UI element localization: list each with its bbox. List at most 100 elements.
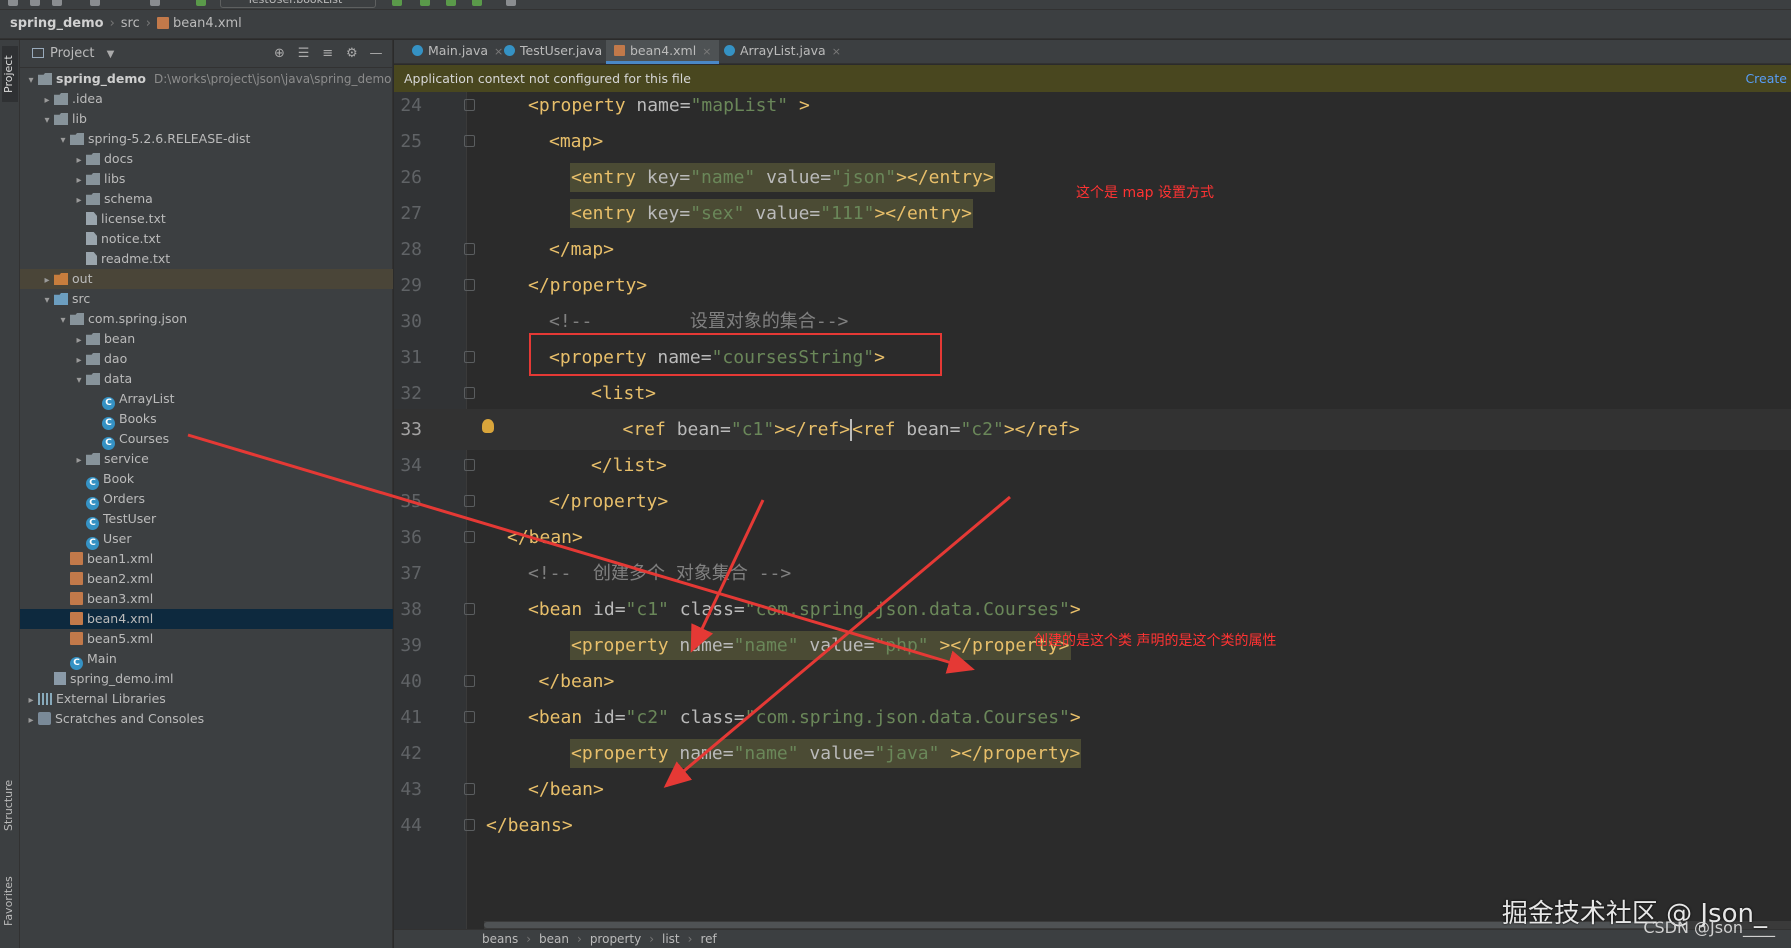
tree-item[interactable]: ▾ data (20, 369, 393, 389)
build-icon[interactable] (196, 0, 206, 6)
code-line[interactable]: 44 </beans> (394, 805, 1791, 846)
refresh-icon[interactable] (52, 0, 62, 6)
breadcrumb-project[interactable]: spring_demo (10, 16, 104, 31)
code-line[interactable]: 34 </list> (394, 445, 1791, 486)
tree-item[interactable]: ▸ Scratches and Consoles (20, 709, 393, 729)
close-icon[interactable]: × (832, 45, 841, 58)
structure-tool-tab[interactable]: Structure (2, 770, 18, 840)
tree-item[interactable]: C Books (20, 409, 393, 430)
tree-item[interactable]: bean3.xml (20, 589, 393, 609)
chevron-down-icon[interactable]: ▾ (56, 311, 70, 331)
tree-item[interactable]: ▾ src (20, 289, 393, 309)
close-icon[interactable]: × (702, 45, 711, 58)
chevron-right-icon[interactable]: ▸ (24, 711, 38, 731)
debug-icon[interactable] (420, 0, 430, 6)
fold-marker-icon[interactable] (464, 819, 475, 831)
chevron-right-icon[interactable]: ▸ (40, 271, 54, 291)
expand-all-icon[interactable]: ☰ (294, 40, 314, 68)
fold-marker-icon[interactable] (464, 99, 475, 111)
tree-item[interactable]: ▸ bean (20, 329, 393, 349)
xml-breadcrumb-item[interactable]: ref (700, 932, 716, 946)
create-context-link[interactable]: Create (1745, 65, 1791, 92)
editor-tab[interactable]: bean4.xml × (606, 40, 720, 64)
code-line[interactable]: 25 <map> (394, 121, 1791, 162)
tree-item[interactable]: bean1.xml (20, 549, 393, 569)
code-editor[interactable]: 24 <property name="mapList" >25 <map> 26 <en… (394, 92, 1791, 929)
tree-item[interactable]: ▾ lib (20, 109, 393, 129)
chevron-down-icon[interactable]: ▾ (40, 291, 54, 311)
xml-breadcrumb-item[interactable]: bean (539, 932, 569, 946)
fold-marker-icon[interactable] (464, 459, 475, 471)
breadcrumb-file[interactable]: bean4.xml (173, 16, 242, 31)
tree-item[interactable]: ▸ dao (20, 349, 393, 369)
tree-item[interactable]: ▸ schema (20, 189, 393, 209)
tree-item[interactable]: ▾ spring_demo D:\works\project\json\java\s… (20, 69, 393, 89)
tree-item[interactable]: bean2.xml (20, 569, 393, 589)
code-line[interactable]: 35 </property> (394, 481, 1791, 522)
tree-item[interactable]: bean4.xml (20, 609, 393, 629)
tree-item[interactable]: readme.txt (20, 249, 393, 269)
chevron-right-icon[interactable]: ▸ (72, 451, 86, 471)
code-line[interactable]: 40 </bean> (394, 661, 1791, 702)
favorites-tool-tab[interactable]: Favorites (2, 870, 18, 932)
code-line[interactable]: 43 </bean> (394, 769, 1791, 810)
tree-item[interactable]: ▸ External Libraries (20, 689, 393, 709)
project-panel-title[interactable]: Project (50, 46, 94, 61)
fold-marker-icon[interactable] (464, 243, 475, 255)
chevron-right-icon[interactable]: ▸ (72, 331, 86, 351)
code-line[interactable]: 33 <ref bean="c1"></ref> <ref bean="c2"></… (394, 409, 1791, 450)
tree-item[interactable]: ▸ docs (20, 149, 393, 169)
user-icon[interactable] (150, 0, 160, 6)
code-line[interactable]: 36 </bean> (394, 517, 1791, 558)
tree-item[interactable]: C ArrayList (20, 389, 393, 410)
chevron-down-icon[interactable]: ▾ (40, 111, 54, 131)
tree-item[interactable]: C Main (20, 649, 393, 670)
tree-item[interactable]: license.txt (20, 209, 393, 229)
sync-icon[interactable] (30, 0, 40, 6)
tree-item[interactable]: C Courses (20, 429, 393, 450)
fold-marker-icon[interactable] (464, 783, 475, 795)
chevron-right-icon[interactable]: ▸ (40, 91, 54, 111)
tree-item[interactable]: spring_demo.iml (20, 669, 393, 689)
run-configuration-select[interactable]: TestUser.bookList (220, 0, 376, 8)
code-line[interactable]: 29 </property> (394, 265, 1791, 306)
stop-icon[interactable] (506, 0, 516, 6)
code-line[interactable]: 37 <!-- 创建多个 对象集合 --> (394, 553, 1791, 594)
fold-marker-icon[interactable] (464, 495, 475, 507)
back-icon[interactable] (90, 0, 100, 6)
chevron-down-icon[interactable]: ▼ (107, 49, 115, 60)
fold-marker-icon[interactable] (464, 135, 475, 147)
code-line[interactable]: 42 <property name="name" value="java" ></… (394, 733, 1791, 774)
gear-icon[interactable]: ⚙ (342, 40, 362, 68)
chevron-right-icon[interactable]: ▸ (72, 191, 86, 211)
chevron-right-icon[interactable]: ▸ (72, 351, 86, 371)
minimize-icon[interactable]: — (366, 40, 386, 68)
fold-marker-icon[interactable] (464, 387, 475, 399)
xml-breadcrumb-item[interactable]: beans (482, 932, 518, 946)
editor-tab[interactable]: ArrayList.java × (716, 40, 849, 64)
fold-marker-icon[interactable] (464, 603, 475, 615)
code-line[interactable]: 28 </map> (394, 229, 1791, 270)
save-icon[interactable] (8, 0, 18, 6)
run-icon[interactable] (392, 0, 402, 6)
chevron-down-icon[interactable]: ▾ (24, 71, 38, 91)
chevron-right-icon[interactable]: ▸ (72, 151, 86, 171)
profile-icon[interactable] (472, 0, 482, 6)
tree-item[interactable]: C User (20, 529, 393, 550)
breadcrumb-src[interactable]: src (121, 16, 140, 31)
xml-breadcrumb-item[interactable]: property (590, 932, 641, 946)
intention-bulb-icon[interactable] (482, 419, 494, 433)
locate-icon[interactable]: ⊕ (269, 40, 289, 68)
coverage-icon[interactable] (446, 0, 456, 6)
xml-breadcrumb-item[interactable]: list (662, 932, 680, 946)
fold-marker-icon[interactable] (464, 279, 475, 291)
tree-item[interactable]: notice.txt (20, 229, 393, 249)
tree-item[interactable]: bean5.xml (20, 629, 393, 649)
chevron-down-icon[interactable]: ▾ (56, 131, 70, 151)
tree-item[interactable]: ▸ out (20, 269, 393, 289)
fold-marker-icon[interactable] (464, 711, 475, 723)
tree-item[interactable]: ▾ spring-5.2.6.RELEASE-dist (20, 129, 393, 149)
tree-item[interactable]: C TestUser (20, 509, 393, 530)
chevron-down-icon[interactable]: ▾ (72, 371, 86, 391)
chevron-right-icon[interactable]: ▸ (24, 691, 38, 711)
